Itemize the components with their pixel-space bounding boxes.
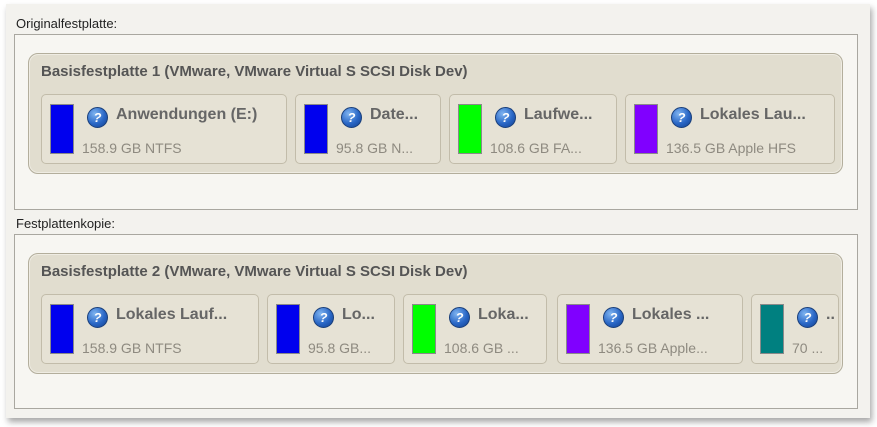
partition-name: Lokales Lauf... — [116, 306, 228, 323]
partition-block[interactable]: ? Anwendungen (E:) 158.9 GB NTFS — [41, 94, 287, 164]
partition-name: .. — [826, 306, 835, 323]
partition-info: 158.9 GB NTFS — [82, 340, 182, 356]
partition-name: Lo... — [342, 306, 375, 323]
partition-info: 108.6 GB ... — [444, 340, 519, 356]
partition-info: 158.9 GB NTFS — [82, 140, 182, 156]
partition-color-swatch — [458, 104, 482, 154]
partition-color-swatch — [276, 304, 300, 354]
partition-name: Laufwe... — [524, 106, 593, 123]
help-icon[interactable]: ? — [495, 107, 516, 128]
original-disk-label: Originalfestplatte: — [16, 16, 118, 31]
partition-color-swatch — [760, 304, 784, 354]
disk-copy-panel: Originalfestplatte: Basisfestplatte 1 (V… — [6, 4, 870, 418]
help-icon[interactable]: ? — [671, 107, 692, 128]
partition-info: 95.8 GB... — [308, 340, 372, 356]
original-disk-section: Basisfestplatte 1 (VMware, VMware Virtua… — [14, 34, 858, 210]
help-icon[interactable]: ? — [313, 307, 334, 328]
partition-block[interactable]: ? Loka... 108.6 GB ... — [403, 294, 547, 364]
partition-color-swatch — [412, 304, 436, 354]
help-icon[interactable]: ? — [87, 307, 108, 328]
partition-block[interactable]: ? Lokales ... 136.5 GB Apple... — [557, 294, 743, 364]
partition-name: Anwendungen (E:) — [116, 106, 258, 123]
copy-disk-section: Basisfestplatte 2 (VMware, VMware Virtua… — [14, 234, 858, 409]
partition-name: Loka... — [478, 306, 529, 323]
partition-info: 108.6 GB FA... — [490, 140, 582, 156]
partition-block[interactable]: ? Laufwe... 108.6 GB FA... — [449, 94, 617, 164]
help-icon[interactable]: ? — [603, 307, 624, 328]
partition-color-swatch — [50, 304, 74, 354]
partition-color-swatch — [50, 104, 74, 154]
help-icon[interactable]: ? — [797, 307, 818, 328]
partition-block[interactable]: ? .. 70 ... — [751, 294, 839, 364]
disk-title: Basisfestplatte 1 (VMware, VMware Virtua… — [41, 63, 468, 80]
partition-name: Lokales ... — [632, 306, 710, 323]
target-disk[interactable]: Basisfestplatte 2 (VMware, VMware Virtua… — [28, 253, 843, 374]
partition-block[interactable]: ? Lokales Lauf... 158.9 GB NTFS — [41, 294, 259, 364]
partition-color-swatch — [634, 104, 658, 154]
partition-block[interactable]: ? Date... 95.8 GB N... — [295, 94, 441, 164]
help-icon[interactable]: ? — [449, 307, 470, 328]
partition-block[interactable]: ? Lo... 95.8 GB... — [267, 294, 395, 364]
partition-block[interactable]: ? Lokales Lau... 136.5 GB Apple HFS — [625, 94, 835, 164]
partition-name: Lokales Lau... — [700, 106, 806, 123]
copy-disk-label: Festplattenkopie: — [16, 216, 116, 231]
partition-color-swatch — [304, 104, 328, 154]
disk-title: Basisfestplatte 2 (VMware, VMware Virtua… — [41, 263, 468, 280]
partition-info: 136.5 GB Apple... — [598, 340, 708, 356]
partition-color-swatch — [566, 304, 590, 354]
source-disk[interactable]: Basisfestplatte 1 (VMware, VMware Virtua… — [28, 53, 843, 174]
partition-info: 136.5 GB Apple HFS — [666, 140, 796, 156]
partition-info: 95.8 GB N... — [336, 140, 414, 156]
help-icon[interactable]: ? — [341, 107, 362, 128]
help-icon[interactable]: ? — [87, 107, 108, 128]
partition-name: Date... — [370, 106, 419, 123]
partition-info: 70 ... — [792, 340, 824, 356]
